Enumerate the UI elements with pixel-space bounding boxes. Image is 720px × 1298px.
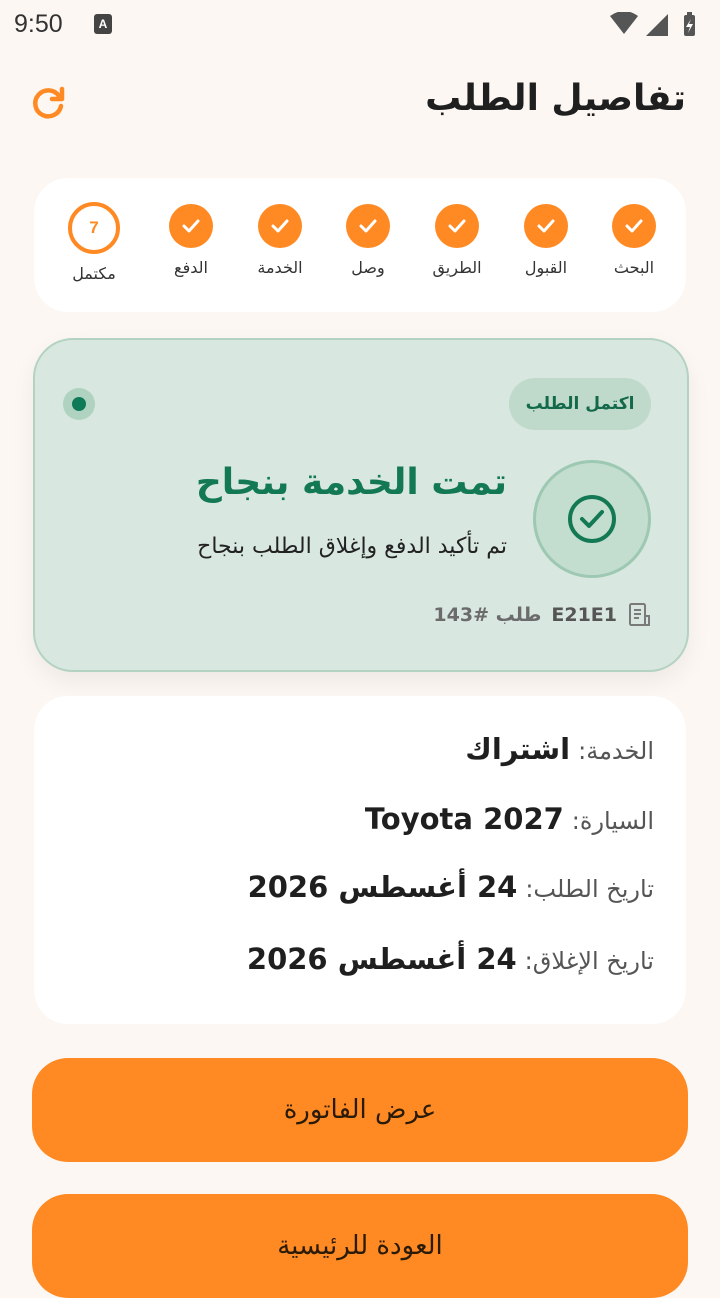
success-subtitle: تم تأكيد الدفع وإغلاق الطلب بنجاح [197,534,507,559]
status-dot-icon [63,388,95,420]
detail-row-order-date: تاريخ الطلب:24 أغسطس 2026 [248,870,654,904]
success-card: اكتمل الطلب تمت الخدمة بنجاح تم تأكيد ال… [33,338,689,672]
status-icons [610,12,695,36]
step-route: الطريق [417,204,497,277]
step-payment: الدفع [151,204,231,277]
step-arrived: وصل [328,204,408,277]
detail-row-car: السيارة:Toyota 2027 [365,802,654,836]
step-label: مكتمل [72,264,116,283]
success-check-icon [533,460,651,578]
step-check-icon [435,204,479,248]
detail-row-close-date: تاريخ الإغلاق:24 أغسطس 2026 [247,942,654,976]
service-value: اشتراك [465,732,571,766]
step-check-icon [346,204,390,248]
step-number: 7 [68,202,120,254]
close-date-label: تاريخ الإغلاق: [524,947,654,975]
step-label: الخدمة [257,258,303,277]
step-label: وصل [351,258,385,277]
order-date-label: تاريخ الطلب: [525,875,654,903]
success-title: تمت الخدمة بنجاح [195,462,507,503]
step-check-icon [169,204,213,248]
signal-icon [646,14,668,36]
status-bar: 9:50 A [0,0,720,50]
order-number: طلب #143 [433,604,542,626]
step-complete: 7 مكتمل [54,202,134,283]
car-label: السيارة: [571,807,654,835]
receipt-icon [629,603,650,626]
service-label: الخدمة: [578,737,654,765]
step-check-icon [524,204,568,248]
close-date-value: 24 أغسطس 2026 [246,942,517,976]
step-check-icon [258,204,302,248]
step-check-icon [612,204,656,248]
order-code: E21E1 [551,604,617,626]
page-title: تفاصيل الطلب [425,78,686,119]
status-badge: اكتمل الطلب [509,378,651,430]
step-accept: القبول [506,204,586,277]
step-label: البحث [613,258,655,277]
status-time: 9:50 [14,10,63,38]
step-label: القبول [524,258,568,277]
step-search: البحث [594,204,674,277]
refresh-button[interactable] [28,84,68,124]
wifi-icon [610,12,638,34]
order-date-value: 24 أغسطس 2026 [247,870,518,904]
progress-stepper: البحث القبول الطريق وصل الخدمة الدفع 7 م… [34,178,686,312]
refresh-icon [33,86,65,119]
status-indicator-icon: A [94,14,112,34]
car-value: Toyota 2027 [364,802,564,836]
battery-icon [684,12,695,36]
view-invoice-button[interactable]: عرض الفاتورة [32,1058,688,1162]
step-service: الخدمة [240,204,320,277]
step-label: الطريق [432,258,482,277]
order-details-card: الخدمة:اشتراك السيارة:Toyota 2027 تاريخ … [34,696,686,1024]
detail-row-service: الخدمة:اشتراك [465,732,654,766]
step-label: الدفع [174,258,208,277]
order-reference: E21E1 طلب #143 [433,602,651,628]
back-home-button[interactable]: العودة للرئيسية [32,1194,688,1298]
